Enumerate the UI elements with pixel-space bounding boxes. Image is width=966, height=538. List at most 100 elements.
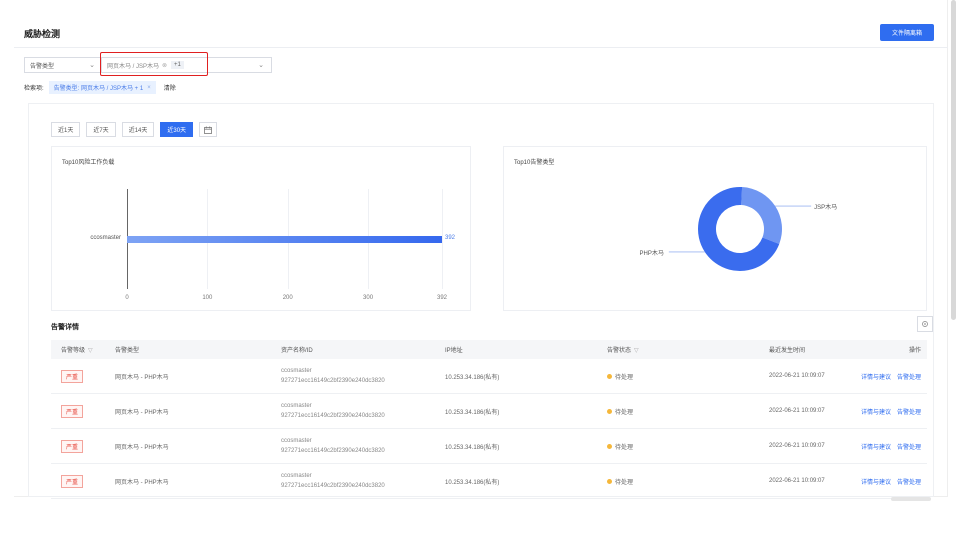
x-tick-label: 0 [125,295,129,301]
grid-line [442,189,443,289]
last-seen-time: 2022-06-21 10:09:07 [769,373,825,379]
alert-type: 网页木马 - PHP木马 [115,374,169,381]
alert-type: 网页木马 - PHP木马 [115,409,169,416]
status-badge: 待处理 [607,442,769,451]
risk-workload-chart: Top10风险工作负载 0 100 200 300 392 ccosmaster 392 [51,146,471,311]
donut-chart [668,187,812,271]
page-container: 威胁检测 文件隔离箱 告警类型 ⌄ 网页木马 / JSP木马 ⊗ +1 ⌄ 检索… [14,0,948,499]
col-level[interactable]: 告警等级 ▽ [51,345,115,354]
status-badge: 待处理 [607,477,769,486]
chevron-down-icon: ⌄ [258,62,264,69]
date-btn-30d[interactable]: 近30天 [160,122,194,137]
severity-badge: 严重 [61,474,84,488]
criteria-chip: 告警类型: 网页木马 / JSP木马 + 1 × [48,81,156,94]
asset-cell: ccosmaster 927271ecc16149c2bf2390e240dc38… [281,471,445,491]
col-actions: 操作 [908,348,921,354]
handle-link[interactable]: 告警处理 [897,372,921,381]
filter-icon: ▽ [88,348,93,354]
highlight-annotation-box [100,52,208,76]
ip-address: 10.253.34.186(私有) [445,409,500,416]
status-dot [607,408,612,414]
alerts-table: 告警等级 ▽ 告警类型 资产名称/ID IP地址 告警状态 ▽ 最近发生时间 操作 … [51,340,927,499]
date-range-group: 近1天 近7天 近14天 近30天 [51,122,218,137]
pie-slice-label: JSP木马 [814,205,838,212]
asset-name: ccosmaster [281,403,312,409]
status-dot [607,443,612,449]
date-btn-14d[interactable]: 近14天 [121,122,155,137]
x-tick-label: 392 [436,295,448,301]
detail-link[interactable]: 详情与建议 [861,442,891,451]
ip-address: 10.253.34.186(私有) [445,479,500,486]
divider [14,47,948,48]
alert-details-title: 告警详情 [51,324,79,331]
filter-icon: ▽ [634,348,639,354]
last-seen-time: 2022-06-21 10:09:07 [769,443,825,449]
alert-type: 网页木马 - PHP木马 [115,479,169,486]
bar-value-label: 392 [445,235,456,241]
table-row: 严重 网页木马 - PHP木马 ccosmaster 927271ecc16149c2… [51,394,927,429]
col-ip: IP地址 [445,348,463,354]
vertical-scrollbar[interactable] [951,0,956,320]
detail-link[interactable]: 详情与建议 [861,372,891,381]
criteria-chip-text: 告警类型: 网页木马 / JSP木马 + 1 [53,86,144,92]
status-badge: 待处理 [607,407,769,416]
asset-id: 927271ecc16149c2bf2390e240dc3820 [281,483,385,489]
asset-name: ccosmaster [281,473,312,479]
file-quarantine-button[interactable]: 文件隔离箱 [880,24,934,41]
asset-cell: ccosmaster 927271ecc16149c2bf2390e240dc38… [281,401,445,421]
content-card: 近1天 近7天 近14天 近30天 Top10风险工作负载 0 100 200 300… [28,103,934,499]
bar-category-label: ccosmaster [90,235,121,241]
gear-icon[interactable] [917,316,933,332]
status-badge: 待处理 [607,372,769,381]
severity-badge: 严重 [61,439,84,453]
table-row: 严重 网页木马 - PHP木马 ccosmaster 927271ecc16149c2… [51,464,927,499]
status-dot [607,478,612,484]
col-asset: 资产名称/ID [281,348,313,354]
search-criteria-label: 检索项: [24,86,44,92]
date-btn-1d[interactable]: 近1天 [51,122,81,137]
filter-type-select[interactable]: 告警类型 ⌄ [24,57,102,73]
last-seen-time: 2022-06-21 10:09:07 [769,478,825,484]
search-criteria-row: 检索项: 告警类型: 网页木马 / JSP木马 + 1 × 清除 [24,81,176,94]
asset-name: ccosmaster [281,368,312,374]
table-row: 严重 网页木马 - PHP木马 ccosmaster 927271ecc16149c2… [51,359,927,394]
x-tick-label: 300 [363,295,374,301]
last-seen-time: 2022-06-21 10:09:07 [769,408,825,414]
bar-chart-title: Top10风险工作负载 [62,160,115,166]
filter-type-value: 告警类型 [30,63,55,70]
handle-link[interactable]: 告警处理 [897,477,921,486]
col-time: 最近发生时间 [769,348,806,354]
col-status[interactable]: 告警状态 ▽ [607,345,769,354]
asset-id: 927271ecc16149c2bf2390e240dc3820 [281,378,385,384]
detail-link[interactable]: 详情与建议 [861,407,891,416]
asset-cell: ccosmaster 927271ecc16149c2bf2390e240dc38… [281,436,445,456]
handle-link[interactable]: 告警处理 [897,407,921,416]
detail-link[interactable]: 详情与建议 [861,477,891,486]
clear-criteria-link[interactable]: 清除 [164,83,176,92]
x-tick-label: 100 [202,295,213,301]
calendar-icon[interactable] [199,122,218,137]
chip-close-icon[interactable]: × [147,85,151,91]
bar[interactable] [127,236,442,243]
ip-address: 10.253.34.186(私有) [445,374,500,381]
asset-id: 927271ecc16149c2bf2390e240dc3820 [281,448,385,454]
status-dot [607,373,612,379]
table-row: 严重 网页木马 - PHP木马 ccosmaster 927271ecc16149c2… [51,429,927,464]
handle-link[interactable]: 告警处理 [897,442,921,451]
page-title: 威胁检测 [24,29,61,39]
horizontal-scrollbar[interactable] [891,497,931,501]
col-type: 告警类型 [115,348,140,354]
asset-id: 927271ecc16149c2bf2390e240dc3820 [281,413,385,419]
alert-type-chart: Top10告警类型 JSP木马 PHP木马 [503,146,927,311]
asset-cell: ccosmaster 927271ecc16149c2bf2390e240dc38… [281,366,445,386]
severity-badge: 严重 [61,369,84,383]
table-header: 告警等级 ▽ 告警类型 资产名称/ID IP地址 告警状态 ▽ 最近发生时间 操作 [51,340,927,359]
asset-name: ccosmaster [281,438,312,444]
ip-address: 10.253.34.186(私有) [445,444,500,451]
date-btn-7d[interactable]: 近7天 [86,122,116,137]
pie-slice-label: PHP木马 [639,250,664,257]
severity-badge: 严重 [61,404,84,418]
x-tick-label: 200 [282,295,293,301]
pie-slice[interactable] [741,187,782,244]
chevron-down-icon: ⌄ [89,62,95,69]
